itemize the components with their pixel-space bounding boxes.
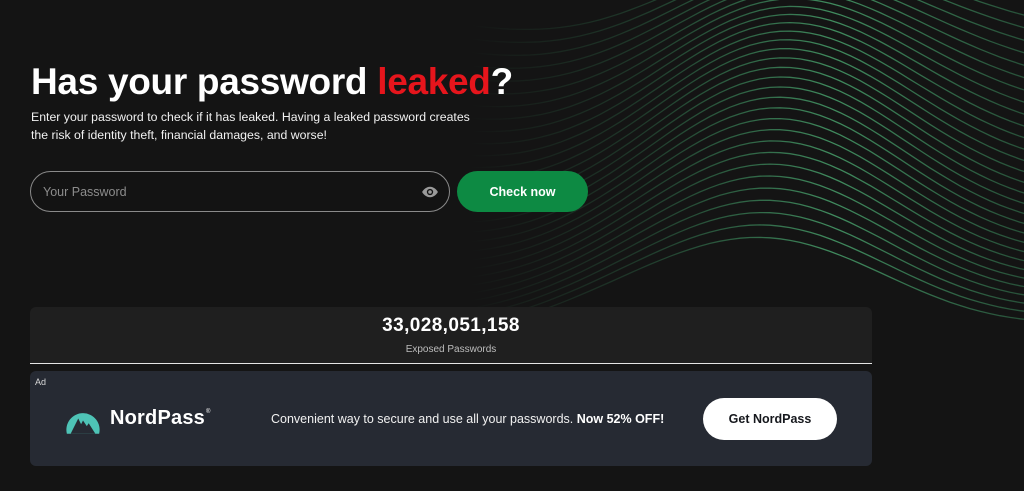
divider <box>30 363 872 364</box>
stats-card: 33,028,051,158 Exposed Passwords <box>30 307 872 364</box>
hero-description: Enter your password to check if it has l… <box>31 110 470 142</box>
brand-name-text: NordPass <box>110 407 205 429</box>
wave-line <box>469 48 1024 180</box>
page: Has your password leaked? Enter your pas… <box>0 0 1024 491</box>
title-text-start: Has your password <box>31 61 378 102</box>
title-accent-word: leaked <box>377 61 491 102</box>
exposed-passwords-count: 33,028,051,158 <box>382 315 520 336</box>
wave-line <box>469 13 1024 133</box>
wave-line <box>469 0 1024 56</box>
wave-line <box>469 0 1024 31</box>
wave-line <box>469 39 1024 169</box>
wave-line <box>469 21 1024 145</box>
exposed-passwords-label: Exposed Passwords <box>405 344 497 355</box>
wave-line <box>469 0 1024 82</box>
wave-line <box>469 0 1024 108</box>
wave-line <box>469 211 1024 317</box>
ad-copy-line: Convenient way to secure and use all you… <box>271 412 664 426</box>
wave-line <box>469 199 1024 310</box>
wave-line <box>469 0 1024 69</box>
page-title: Has your password leaked? <box>31 60 513 104</box>
ad-copy-regular: Convenient way to secure and use all you… <box>271 412 577 426</box>
wave-line <box>469 5 1024 120</box>
ad-copy-discount: Now 52% OFF! <box>576 412 665 426</box>
wave-line <box>469 30 1024 157</box>
wave-line <box>469 0 1024 44</box>
get-nordpass-button[interactable]: Get NordPass <box>703 398 837 440</box>
brand-name: NordPass® <box>110 407 211 430</box>
ad-tag: Ad <box>35 377 47 387</box>
nordpass-logo-icon <box>66 413 100 434</box>
password-input[interactable] <box>43 172 413 211</box>
check-now-button[interactable]: Check now <box>457 171 588 212</box>
ad-banner[interactable]: Ad NordPass® Convenient way to secure an… <box>30 371 872 466</box>
registered-mark: ® <box>205 409 211 415</box>
wave-line <box>469 0 1024 95</box>
title-text-end: ? <box>490 61 514 102</box>
password-field[interactable] <box>30 171 450 212</box>
eye-icon[interactable] <box>421 183 439 201</box>
